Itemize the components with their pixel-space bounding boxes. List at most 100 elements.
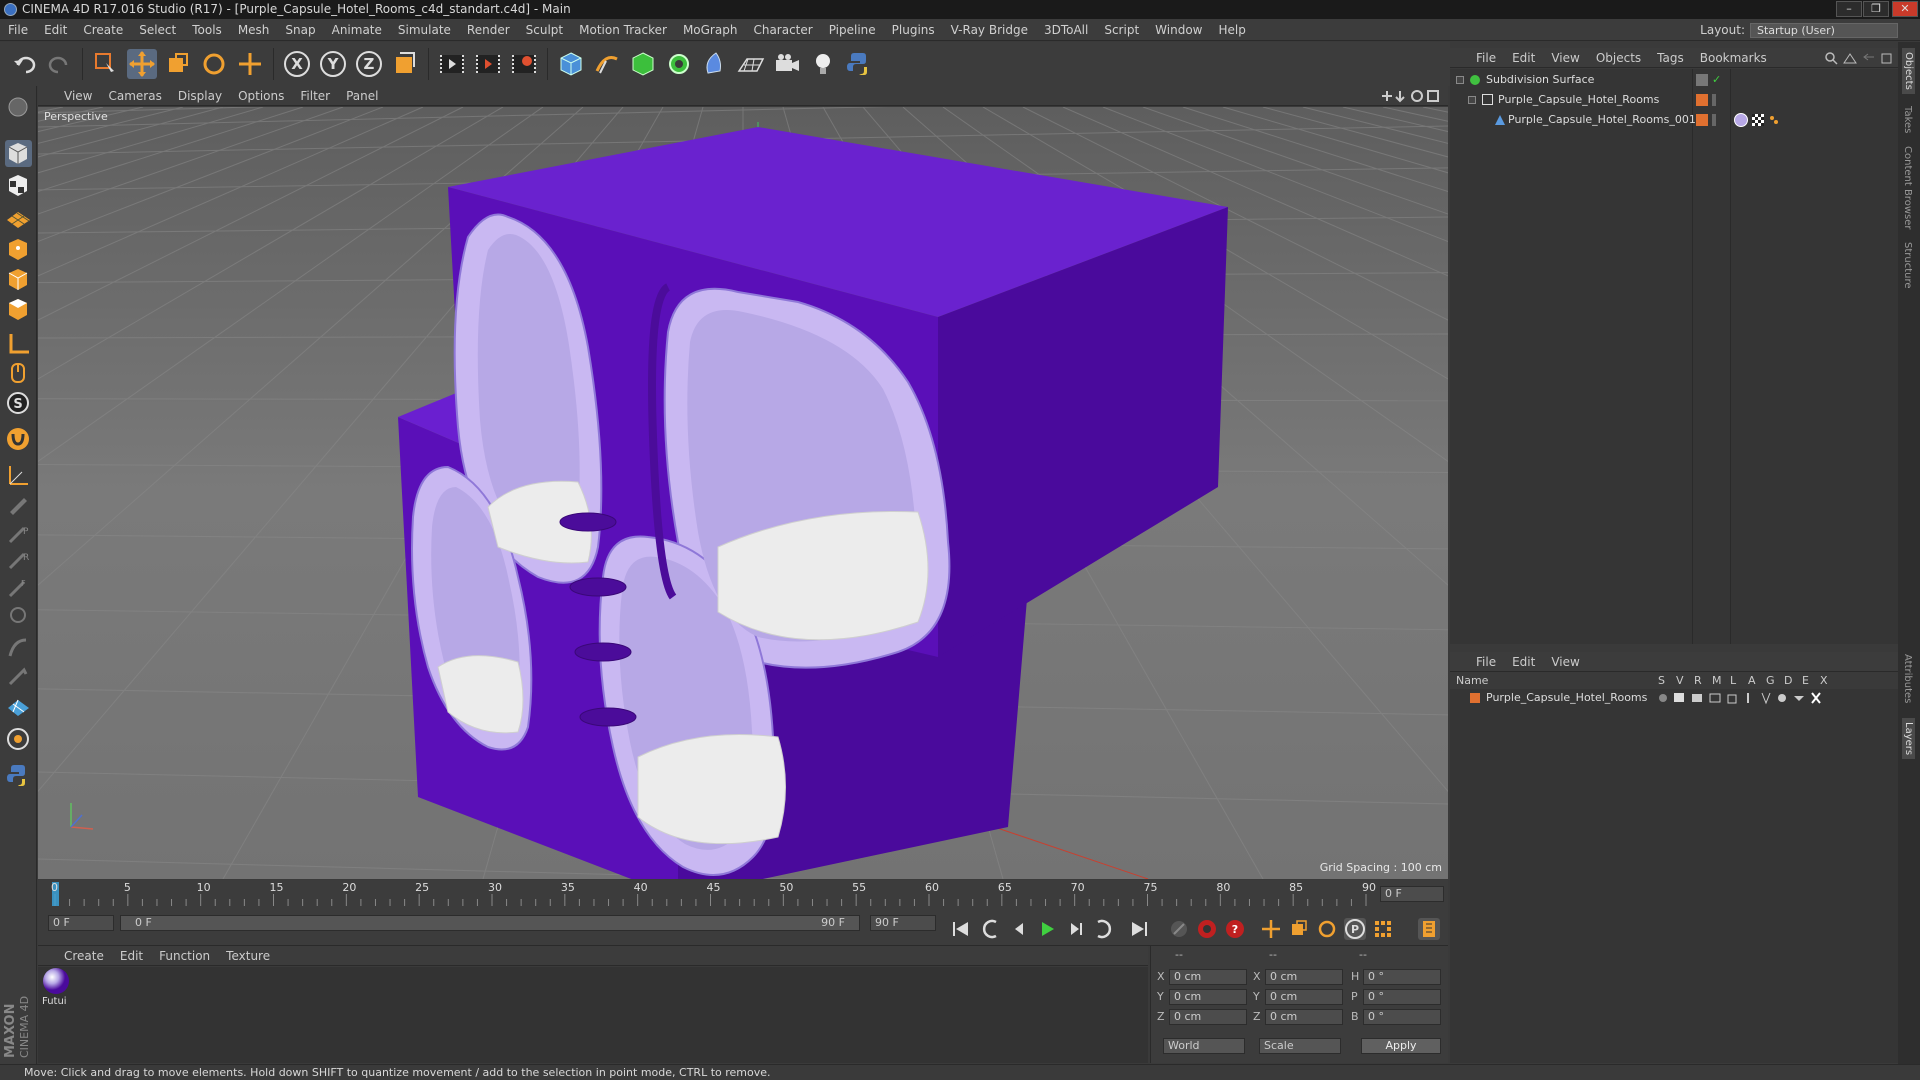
- tab-content-browser[interactable]: Content Browser: [1902, 146, 1913, 229]
- polygon-mode-icon[interactable]: [5, 296, 32, 323]
- coordinate-system-icon[interactable]: [390, 49, 420, 79]
- object-row-subdivision-surface[interactable]: Subdivision Surface ✓: [1450, 71, 1898, 89]
- timeline-window-icon[interactable]: [1418, 918, 1440, 940]
- end-frame-field[interactable]: 90 F: [870, 915, 936, 931]
- object-menu-objects[interactable]: Objects: [1588, 48, 1649, 68]
- material-menu-function[interactable]: Function: [151, 946, 218, 966]
- position-y-field[interactable]: 0 cm: [1169, 989, 1247, 1005]
- workplane-axis-icon[interactable]: [5, 462, 32, 489]
- workplane-icon[interactable]: [5, 204, 32, 231]
- tab-layers[interactable]: Layers: [1902, 718, 1915, 760]
- undo-icon[interactable]: [10, 49, 40, 79]
- menu-pipeline[interactable]: Pipeline: [821, 19, 884, 41]
- rotation-p-field[interactable]: 0 °: [1363, 989, 1441, 1005]
- menu-mesh[interactable]: Mesh: [230, 19, 278, 41]
- layer-row[interactable]: Purple_Capsule_Hotel_Rooms: [1450, 689, 1898, 707]
- layer-menu-file[interactable]: File: [1450, 652, 1504, 672]
- menu-character[interactable]: Character: [745, 19, 820, 41]
- tab-takes[interactable]: Takes: [1902, 106, 1913, 133]
- python-script-icon[interactable]: [844, 49, 874, 79]
- key-parameter-icon[interactable]: P: [1344, 918, 1366, 940]
- cube-primitive-icon[interactable]: [556, 49, 586, 79]
- menu-create[interactable]: Create: [75, 19, 131, 41]
- texture-mode-icon[interactable]: [5, 172, 32, 199]
- rotation-h-field[interactable]: 0 °: [1363, 969, 1441, 985]
- timeline-ruler[interactable]: 0 5 10 15 20 25 30 35 40 45 50 55 60 65 70 75 80 85 90 0 F: [38, 880, 1448, 908]
- deformer-icon[interactable]: [700, 49, 730, 79]
- menu-sculpt[interactable]: Sculpt: [518, 19, 571, 41]
- key-pla-icon[interactable]: [1372, 918, 1394, 940]
- play-icon[interactable]: [1036, 918, 1058, 940]
- layer-flag-icons[interactable]: [1658, 691, 1838, 705]
- keyframe-selection-icon[interactable]: ?: [1224, 918, 1246, 940]
- viewport-menu-options[interactable]: Options: [230, 86, 292, 106]
- object-manager-nav-icons[interactable]: [1824, 51, 1894, 65]
- tab-attributes[interactable]: Attributes: [1902, 654, 1913, 703]
- sculpt-grab-icon[interactable]: [5, 634, 32, 661]
- menu-animate[interactable]: Animate: [324, 19, 390, 41]
- layer-color-icon[interactable]: [1696, 94, 1708, 106]
- sculpt-flatten-icon[interactable]: F: [5, 574, 32, 601]
- position-z-field[interactable]: 0 cm: [1169, 1009, 1247, 1025]
- enabled-check-icon[interactable]: ✓: [1712, 71, 1721, 89]
- sculpt-smooth-icon[interactable]: R: [5, 546, 32, 573]
- current-frame-field[interactable]: 0 F: [1380, 886, 1444, 902]
- snapping-icon[interactable]: S: [5, 390, 32, 417]
- menu-3dtoall[interactable]: 3DToAll: [1036, 19, 1096, 41]
- layer-toggle-icon[interactable]: [1696, 74, 1708, 86]
- autokey-icon[interactable]: [1196, 918, 1218, 940]
- menu-snap[interactable]: Snap: [277, 19, 323, 41]
- start-frame-field[interactable]: 0 F: [48, 915, 114, 931]
- uv-manager-icon[interactable]: [5, 726, 32, 753]
- viewport-nav-icons[interactable]: [1380, 89, 1442, 103]
- spline-pen-icon[interactable]: [592, 49, 622, 79]
- sculpt-brush-icon[interactable]: [5, 490, 32, 517]
- viewport-menu-cameras[interactable]: Cameras: [100, 86, 169, 106]
- minimize-button[interactable]: –: [1836, 1, 1862, 17]
- x-axis-lock-icon[interactable]: X: [282, 49, 312, 79]
- viewport-scene[interactable]: [38, 107, 1448, 879]
- previous-frame-icon[interactable]: [1008, 918, 1030, 940]
- key-position-icon[interactable]: [1260, 918, 1282, 940]
- viewport-menu-display[interactable]: Display: [170, 86, 230, 106]
- object-menu-view[interactable]: View: [1543, 48, 1587, 68]
- menu-select[interactable]: Select: [131, 19, 184, 41]
- menu-simulate[interactable]: Simulate: [390, 19, 459, 41]
- menu-help[interactable]: Help: [1210, 19, 1253, 41]
- camera-icon[interactable]: [772, 49, 802, 79]
- size-y-field[interactable]: 0 cm: [1265, 989, 1343, 1005]
- viewport-menu-panel[interactable]: Panel: [338, 86, 386, 106]
- layer-menu-edit[interactable]: Edit: [1504, 652, 1543, 672]
- viewport-menu-view[interactable]: View: [38, 86, 100, 106]
- y-axis-lock-icon[interactable]: Y: [318, 49, 348, 79]
- layer-color-icon[interactable]: [1696, 114, 1708, 126]
- size-mode-select[interactable]: Scale: [1259, 1038, 1341, 1054]
- key-scale-icon[interactable]: [1288, 918, 1310, 940]
- rotation-b-field[interactable]: 0 °: [1363, 1009, 1441, 1025]
- object-menu-edit[interactable]: Edit: [1504, 48, 1543, 68]
- object-row-purple-capsule-hotel-rooms[interactable]: Purple_Capsule_Hotel_Rooms: [1450, 91, 1898, 109]
- rotate-tool-icon[interactable]: [199, 49, 229, 79]
- material-tag-icon[interactable]: [1734, 113, 1748, 127]
- layer-menu-view[interactable]: View: [1543, 652, 1587, 672]
- position-x-field[interactable]: 0 cm: [1169, 969, 1247, 985]
- key-rotation-icon[interactable]: [1316, 918, 1338, 940]
- maximize-button[interactable]: ❐: [1863, 1, 1889, 17]
- point-mode-icon[interactable]: [5, 236, 32, 263]
- visibility-dots-icon[interactable]: [1712, 114, 1716, 126]
- visibility-dots-icon[interactable]: [1712, 94, 1716, 106]
- axis-mode-icon[interactable]: [5, 330, 32, 357]
- material-menu-texture[interactable]: Texture: [218, 946, 278, 966]
- light-icon[interactable]: [808, 49, 838, 79]
- live-selection-icon[interactable]: [90, 49, 120, 79]
- python-console-icon[interactable]: [5, 762, 32, 789]
- object-menu-tags[interactable]: Tags: [1649, 48, 1692, 68]
- edge-mode-icon[interactable]: [5, 266, 32, 293]
- move-tool-icon[interactable]: [127, 49, 157, 79]
- size-z-field[interactable]: 0 cm: [1265, 1009, 1343, 1025]
- next-frame-icon[interactable]: [1064, 918, 1086, 940]
- phong-tag-icon[interactable]: [1768, 114, 1780, 126]
- previous-key-icon[interactable]: [980, 918, 1002, 940]
- menu-motion-tracker[interactable]: Motion Tracker: [571, 19, 675, 41]
- coordinate-mode-select[interactable]: World: [1163, 1038, 1245, 1054]
